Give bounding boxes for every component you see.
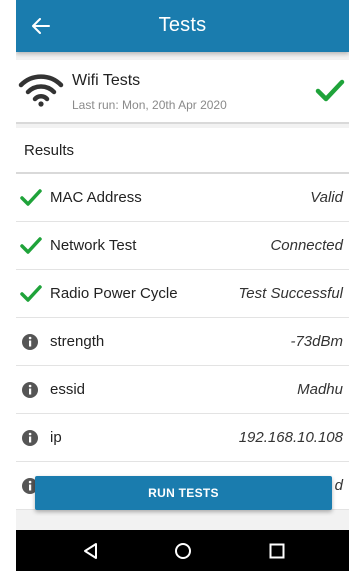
result-row-radio-power-cycle: Radio Power Cycle Test Successful	[16, 270, 349, 318]
result-value: -73dBm	[290, 333, 343, 350]
result-row-ip: ip 192.168.10.108	[16, 414, 349, 462]
test-summary-card: Wifi Tests Last run: Mon, 20th Apr 2020	[16, 60, 349, 124]
phone-screen: Tests Wifi Tests Last run: Mon, 20th Apr…	[16, 0, 349, 571]
test-suite-name: Wifi Tests	[72, 72, 141, 89]
result-row-strength: strength -73dBm	[16, 318, 349, 366]
wifi-icon	[18, 74, 64, 107]
result-label: ip	[50, 429, 62, 446]
result-value: Valid	[310, 189, 343, 206]
last-run-text: Last run: Mon, 20th Apr 2020	[72, 98, 227, 112]
info-icon	[22, 334, 38, 350]
page-title: Tests	[158, 14, 207, 36]
home-circle-icon[interactable]	[172, 540, 194, 562]
result-row-network-test: Network Test Connected	[16, 222, 349, 270]
run-tests-button[interactable]: RUN TESTS	[35, 476, 332, 510]
result-value: d	[334, 477, 343, 494]
results-list: MAC Address Valid Network Test Connected…	[16, 174, 349, 510]
result-label: Network Test	[50, 237, 137, 254]
result-value: Madhu	[297, 381, 343, 398]
results-title: Results	[24, 142, 75, 159]
result-row-mac-address: MAC Address Valid	[16, 174, 349, 222]
back-triangle-icon[interactable]	[80, 540, 102, 562]
result-label: essid	[50, 381, 86, 398]
recents-square-icon[interactable]	[266, 540, 288, 562]
check-icon	[20, 237, 42, 254]
check-icon	[20, 285, 42, 302]
info-icon	[22, 382, 38, 398]
result-value: 192.168.10.108	[238, 429, 343, 446]
result-value: Test Successful	[238, 285, 344, 302]
results-header: Results	[16, 128, 349, 174]
info-icon	[22, 430, 38, 446]
result-label: MAC Address	[50, 189, 142, 206]
app-bar: Tests	[16, 0, 349, 52]
check-icon	[315, 79, 345, 102]
result-label: strength	[50, 333, 105, 350]
result-row-essid: essid Madhu	[16, 366, 349, 414]
system-nav-bar	[16, 530, 349, 571]
check-icon	[20, 189, 42, 206]
result-label: Radio Power Cycle	[50, 285, 178, 302]
result-value: Connected	[270, 237, 343, 254]
